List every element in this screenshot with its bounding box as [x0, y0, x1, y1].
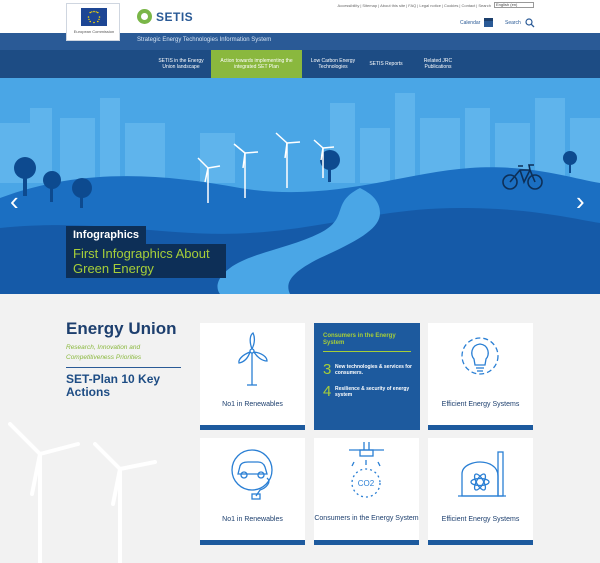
- key-action-3[interactable]: 3 New technologies & services for consum…: [323, 361, 415, 378]
- key-action-4-number: 4: [323, 383, 332, 400]
- card-no1-renewables-label: No1 in Renewables: [222, 401, 283, 408]
- background-turbines-illustration: [8, 422, 157, 563]
- search-icon: [525, 18, 535, 28]
- nav-item-energy-union-landscape[interactable]: SETIS in the Energy Union landscape: [151, 50, 211, 78]
- utility-link-sitemap[interactable]: Sitemap: [362, 3, 377, 8]
- setis-mark-icon: [137, 9, 152, 24]
- site-header: European Commission SETIS Accessibility |…: [0, 0, 600, 41]
- lightbulb-gear-icon: [461, 337, 499, 375]
- key-action-4[interactable]: 4 Resilience & security of energy system: [323, 383, 415, 400]
- card-consumers-energy-system-highlight[interactable]: Consumers in the Energy System 3 New tec…: [314, 323, 420, 430]
- co2-capture-icon: CO2: [349, 442, 384, 498]
- consumers-card-title: Consumers in the Energy System: [323, 333, 396, 346]
- card-consumers-energy-system[interactable]: CO2 Consumers in the Energy System: [314, 438, 419, 545]
- card-consumers-energy-system-label: Consumers in the Energy System: [314, 515, 419, 522]
- calendar-link[interactable]: Calendar: [460, 18, 494, 27]
- hero-caption-title: First Infographics About Green Energy: [66, 244, 226, 278]
- utility-links: Accessibility | Sitemap | About this site |…: [337, 2, 534, 8]
- utility-link-faq[interactable]: FAQ: [408, 3, 416, 8]
- key-action-3-text: New technologies & services for consumer…: [335, 363, 412, 376]
- setis-logo[interactable]: SETIS: [137, 9, 193, 24]
- site-tagline: Strategic Energy Technologies Informatio…: [137, 37, 272, 43]
- utility-link-legal[interactable]: Legal notice: [419, 3, 441, 8]
- card-no1-renewables-ev[interactable]: No1 in Renewables: [200, 438, 305, 545]
- setis-brand-name: SETIS: [156, 9, 194, 24]
- utility-link-contact[interactable]: Contact: [461, 3, 475, 8]
- card-no1-renewables-ev-label: No1 in Renewables: [222, 516, 283, 523]
- european-commission-logo[interactable]: European Commission: [66, 3, 120, 41]
- key-action-4-text: Resilience & security of energy system: [335, 385, 410, 398]
- nav-item-jrc-publications[interactable]: Related JRC Publications: [408, 50, 468, 78]
- utility-link-search[interactable]: Search: [478, 3, 491, 8]
- utility-link-about[interactable]: About this site: [380, 3, 405, 8]
- search-link[interactable]: Search: [505, 18, 535, 28]
- language-select[interactable]: English (en): [494, 2, 534, 8]
- main-nav: SETIS in the Energy Union landscape Acti…: [0, 50, 600, 78]
- key-action-3-number: 3: [323, 361, 332, 378]
- utility-link-cookies[interactable]: Cookies: [444, 3, 458, 8]
- card-efficient-energy-systems-label: Efficient Energy Systems: [441, 401, 520, 408]
- nav-item-setis-reports[interactable]: SETIS Reports: [364, 50, 408, 78]
- energy-union-subtitle: Research, Innovation and Competitiveness…: [66, 344, 142, 361]
- carousel-next-arrow[interactable]: ›: [576, 188, 585, 214]
- nav-item-set-plan-actions[interactable]: Action towards implementing the integrat…: [211, 50, 302, 78]
- energy-union-divider: [66, 367, 181, 368]
- card-efficient-energy-systems-nuclear[interactable]: Efficient Energy Systems: [428, 438, 533, 545]
- energy-union-title: Energy Union: [66, 319, 177, 338]
- eu-flag-icon: [81, 8, 107, 26]
- nav-item-low-carbon[interactable]: Low Carbon Energy Technologies: [302, 50, 364, 78]
- utility-link-accessibility[interactable]: Accessibility: [338, 3, 360, 8]
- electric-car-icon: [231, 449, 273, 500]
- nuclear-plant-icon: [458, 451, 506, 497]
- search-label: Search: [505, 20, 521, 26]
- co2-label: CO2: [358, 479, 375, 488]
- hero-caption-tag: Infographics: [66, 226, 147, 244]
- hero-caption[interactable]: Infographics First Infographics About Gr…: [66, 225, 226, 278]
- card-no1-renewables[interactable]: No1 in Renewables: [200, 323, 305, 430]
- set-plan-title[interactable]: SET-Plan 10 Key Actions: [66, 373, 186, 399]
- calendar-icon: [484, 18, 494, 27]
- calendar-label: Calendar: [460, 19, 481, 26]
- card-efficient-energy-systems-nuclear-label: Efficient Energy Systems: [441, 516, 520, 523]
- consumers-card-divider: [323, 351, 411, 352]
- card-efficient-energy-systems[interactable]: Efficient Energy Systems: [428, 323, 533, 430]
- carousel-prev-arrow[interactable]: ‹: [10, 188, 19, 214]
- ec-logo-text: European Commission: [73, 29, 115, 34]
- wind-turbine-icon: [238, 332, 268, 386]
